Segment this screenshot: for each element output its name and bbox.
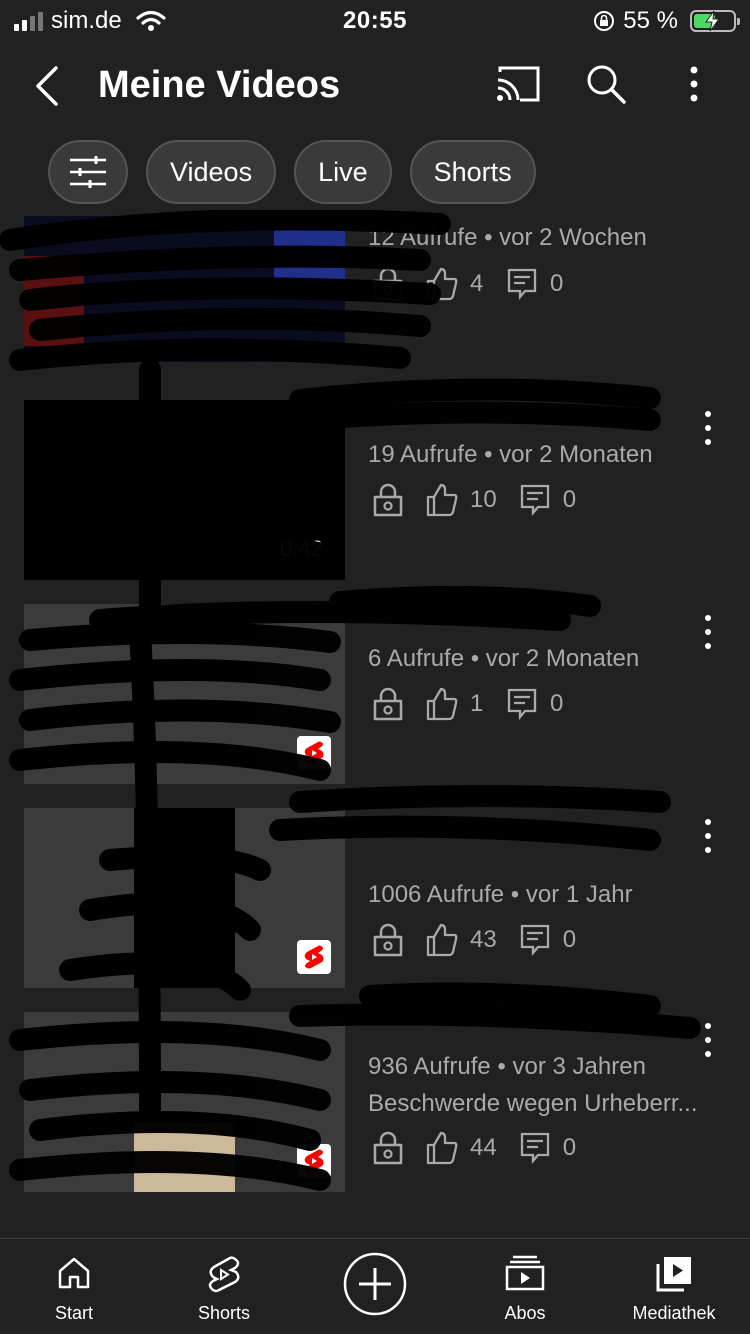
status-bar: sim.de 20:55 55 % [0,0,750,42]
battery-percent: 55 % [623,7,678,34]
video-row[interactable]: 6 Aufrufe • vor 2 Monaten 1 0 [0,604,750,784]
comment-icon [520,1132,549,1165]
video-meta: 12 Aufrufe • vor 2 Wochen [368,224,647,251]
shorts-badge [297,736,331,770]
home-icon [58,1257,90,1289]
video-list: 12 Aufrufe • vor 2 Wochen 4 0 0:42 19 Au… [0,210,750,1225]
chip-live[interactable]: Live [294,140,392,204]
video-duration: 0:42 [280,536,323,561]
video-title[interactable] [368,1018,688,1052]
comment-count: 0 [550,690,564,717]
nav-shorts-label: Shorts [197,1303,251,1323]
battery-icon [690,10,740,32]
shorts-icon [208,1256,240,1293]
video-more-icon[interactable] [696,210,720,236]
chip-shorts[interactable]: Shorts [409,140,536,204]
comment-count: 0 [562,486,577,513]
lock-icon [373,267,403,301]
more-vertical-icon[interactable] [680,62,708,106]
nav-abos-label: Abos [504,1303,546,1323]
like-count: 43 [470,926,497,953]
shorts-badge [297,940,331,974]
video-thumbnail[interactable] [24,216,345,362]
video-row[interactable]: 0:42 19 Aufrufe • vor 2 Monaten 10 0 [0,400,750,580]
comment-icon [507,688,537,721]
comment-count: 0 [562,1134,577,1161]
like-count: 10 [470,486,497,513]
lock-icon [373,1131,403,1165]
video-meta: 1006 Aufrufe • vor 1 Jahr [368,881,633,908]
video-meta: 936 Aufrufe • vor 3 Jahren [368,1053,646,1080]
shorts-logo-icon [304,741,324,765]
video-stats: 43 0 [372,922,599,958]
video-title[interactable] [368,406,688,440]
thumbs-up-icon [426,483,458,517]
page-title: Meine Videos [98,64,341,106]
thumbs-up-icon [426,267,458,301]
video-more-icon[interactable] [696,816,720,856]
video-more-icon[interactable] [696,612,720,652]
video-meta: 19 Aufrufe • vor 2 Monaten [368,441,653,468]
video-stats: 10 0 [372,482,599,518]
search-icon[interactable] [584,62,628,106]
video-thumbnail[interactable] [24,808,345,988]
subscriptions-icon [505,1255,545,1291]
video-more-icon[interactable] [696,408,720,448]
orientation-lock-icon [594,11,615,31]
create-plus-icon[interactable] [342,1251,408,1317]
nav-start[interactable]: Start [4,1239,144,1334]
video-stats: 1 0 [372,686,586,722]
video-more-icon[interactable] [696,1020,720,1060]
nav-mediathek[interactable]: Mediathek [604,1239,744,1334]
shorts-logo-icon [304,945,324,969]
comment-icon [520,484,549,517]
comment-icon [507,268,537,301]
video-thumbnail[interactable] [24,1012,345,1192]
like-count: 1 [470,690,484,717]
bottom-nav: Start Shorts Abos Mediathek [0,1238,750,1334]
filter-chips: Videos Live Shorts [48,140,536,204]
library-icon [656,1257,691,1292]
top-app-bar: Meine Videos [0,52,750,120]
thumbs-up-icon [426,687,458,721]
video-row[interactable]: 1006 Aufrufe • vor 1 Jahr 43 0 [0,808,750,988]
lock-icon [373,687,403,721]
video-row[interactable]: 12 Aufrufe • vor 2 Wochen 4 0 [0,210,750,376]
back-arrow-icon[interactable] [28,62,68,110]
copyright-claim-notice: Beschwerde wegen Urheberr... [368,1090,698,1117]
nav-abos[interactable]: Abos [455,1239,595,1334]
like-count: 4 [470,270,484,297]
video-title[interactable] [368,610,688,644]
thumbs-up-icon [426,923,458,957]
thumbs-up-icon [426,1131,458,1165]
video-stats: 44 0 [372,1130,599,1166]
filter-chip[interactable] [48,140,128,204]
nav-start-label: Start [54,1303,93,1323]
nav-mediathek-label: Mediathek [632,1303,716,1323]
filter-sliders-icon [70,156,106,188]
video-thumbnail[interactable]: 0:42 [24,400,345,580]
chip-videos[interactable]: Videos [146,140,277,204]
comment-icon [520,924,549,957]
shorts-badge [297,1144,331,1178]
status-right: 55 % [593,7,740,35]
like-count: 44 [470,1134,497,1161]
comment-count: 0 [562,926,577,953]
video-row[interactable]: 936 Aufrufe • vor 3 Jahren Beschwerde we… [0,1012,750,1192]
video-stats: 4 0 [372,266,586,302]
nav-shorts[interactable]: Shorts [154,1239,294,1334]
lock-icon [373,923,403,957]
video-title[interactable] [368,814,688,848]
shorts-logo-icon [304,1149,324,1173]
video-thumbnail[interactable] [24,604,345,784]
cast-icon[interactable] [494,64,542,104]
lock-icon [373,483,403,517]
charging-bolt-icon [705,10,720,32]
comment-count: 0 [550,270,564,297]
video-meta: 6 Aufrufe • vor 2 Monaten [368,645,640,672]
